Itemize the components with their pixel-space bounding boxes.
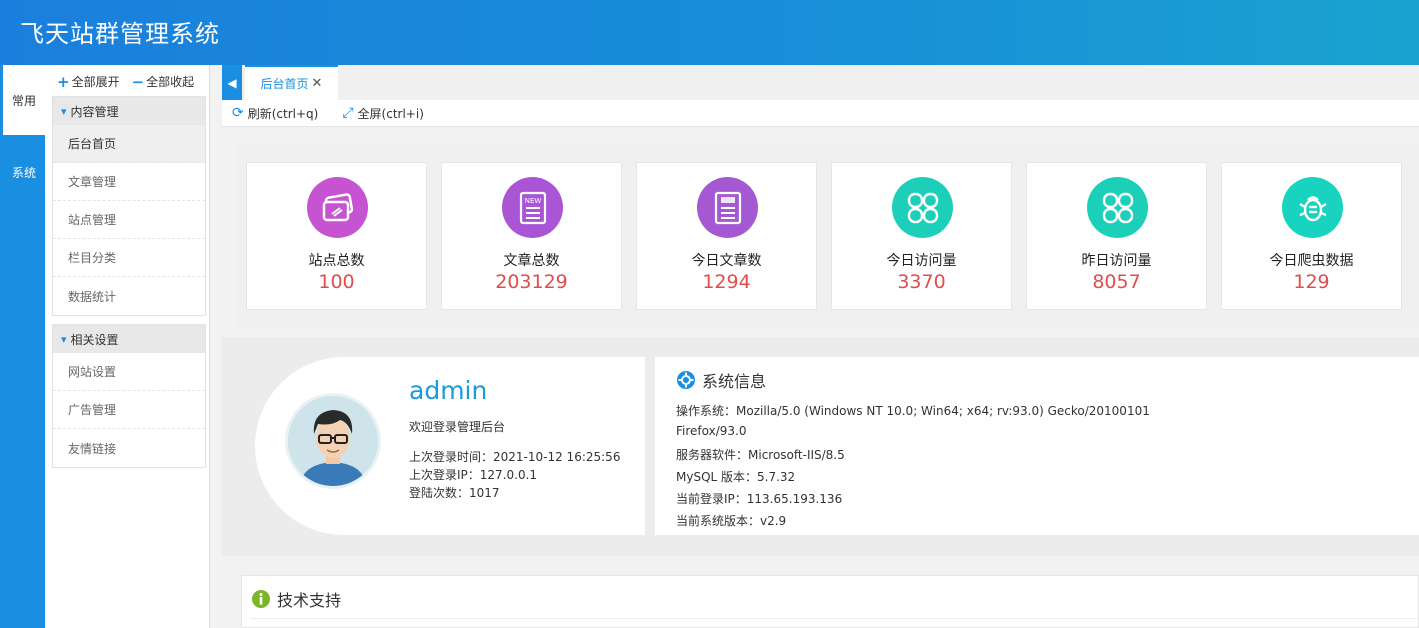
rail-tab-system[interactable]: 系统 [3, 137, 45, 207]
tab-label: 后台首页 [260, 77, 309, 91]
stat-card-yesterday-visits: 昨日访问量 8057 [1026, 162, 1207, 310]
expand-all-button[interactable]: + 全部展开 [57, 73, 120, 90]
collapse-all-label: 全部收起 [146, 75, 195, 89]
divider [250, 618, 1419, 619]
stat-card-today-articles: 今日文章数 1294 [636, 162, 817, 310]
app-title: 飞天站群管理系统 [20, 20, 220, 48]
menu-group-content: ▾ 内容管理 后台首页 文章管理 站点管理 栏目分类 数据统计 [52, 96, 206, 316]
username: admin [409, 376, 488, 405]
refresh-icon: ⟳ [232, 105, 244, 121]
collapse-all-button[interactable]: − 全部收起 [132, 73, 195, 90]
sidebar-item-categories[interactable]: 栏目分类 [53, 239, 205, 277]
stat-label: 今日文章数 [691, 253, 762, 269]
sidebar-item-site-settings[interactable]: 网站设置 [53, 353, 205, 391]
sidebar-item-sites[interactable]: 站点管理 [53, 201, 205, 239]
login-count: 登陆次数：1017 [409, 486, 500, 500]
collapse-sidebar-button[interactable]: ◀ [222, 65, 242, 100]
top-header: 飞天站群管理系统 [0, 0, 1419, 65]
stat-value: 3370 [897, 271, 946, 293]
minus-icon: − [131, 72, 145, 91]
stat-label: 今日爬虫数据 [1269, 253, 1354, 269]
close-icon[interactable]: ✕ [312, 76, 323, 91]
news-icon: NEW [502, 177, 563, 238]
support-label: 技术支持 [277, 591, 342, 610]
info-icon [252, 590, 270, 608]
stat-card-sites: 站点总数 100 [246, 162, 427, 310]
tab-bar: ◀ 后台首页 ✕ [222, 65, 1419, 100]
sidebar-item-links[interactable]: 友情链接 [53, 429, 205, 467]
chevron-down-icon: ▾ [61, 332, 67, 346]
plus-icon: + [57, 72, 70, 91]
sidebar-item-articles[interactable]: 文章管理 [53, 163, 205, 201]
server-info: 服务器软件：Microsoft-IIS/8.5 [676, 448, 845, 462]
system-info-title: 系统信息 [676, 368, 766, 392]
left-rail: 常用 系统 [0, 65, 45, 628]
stat-value: 8057 [1092, 271, 1141, 293]
chevron-down-icon: ▾ [61, 104, 67, 118]
refresh-button[interactable]: ⟳ 刷新(ctrl+q) [232, 105, 318, 122]
toolbar: ⟳ 刷新(ctrl+q) ⤢ 全屏(ctrl+i) [222, 100, 1419, 127]
support-panel [241, 575, 1419, 628]
mysql-info: MySQL 版本：5.7.32 [676, 470, 796, 484]
sidebar-item-dashboard[interactable]: 后台首页 [53, 125, 205, 163]
stat-label: 今日访问量 [886, 253, 957, 269]
group-title: 相关设置 [70, 332, 119, 347]
stat-value: 1294 [702, 271, 751, 293]
stat-value: 100 [318, 271, 355, 293]
today-doc-icon [697, 177, 758, 238]
fullscreen-button[interactable]: ⤢ 全屏(ctrl+i) [342, 105, 424, 122]
fullscreen-icon: ⤢ [342, 105, 354, 121]
stat-card-crawler: 今日爬虫数据 129 [1221, 162, 1402, 310]
stat-card-articles: NEW 文章总数 203129 [441, 162, 622, 310]
os-info: 操作系统：Mozilla/5.0 (Windows NT 10.0; Win64… [676, 404, 1150, 418]
expand-controls: + 全部展开 − 全部收起 [57, 73, 194, 90]
rail-tab-common[interactable]: 常用 [3, 65, 45, 135]
expand-all-label: 全部展开 [71, 75, 120, 89]
sidebar: + 全部展开 − 全部收起 ▾ 内容管理 后台首页 文章管理 站点管理 栏目分类… [45, 65, 210, 628]
stat-label: 文章总数 [503, 253, 560, 269]
stat-label: 站点总数 [308, 253, 365, 269]
menu-group-settings: ▾ 相关设置 网站设置 广告管理 友情链接 [52, 324, 206, 468]
welcome-text: 欢迎登录管理后台 [409, 420, 506, 434]
fullscreen-label: 全屏(ctrl+i) [357, 106, 424, 121]
system-info-label: 系统信息 [702, 372, 767, 391]
last-login-ip: 上次登录IP：127.0.0.1 [409, 468, 538, 482]
os-info-cont: Firefox/93.0 [676, 424, 747, 438]
sidebar-item-ads[interactable]: 广告管理 [53, 391, 205, 429]
group-head-content[interactable]: ▾ 内容管理 [53, 97, 205, 125]
bug-icon [1282, 177, 1343, 238]
clover-icon [892, 177, 953, 238]
stat-label: 昨日访问量 [1081, 253, 1152, 269]
stat-value: 129 [1293, 271, 1330, 293]
stat-value: 203129 [495, 271, 568, 293]
tab-dashboard[interactable]: 后台首页 ✕ [245, 65, 338, 100]
last-login-time: 上次登录时间：2021-10-12 16:25:56 [409, 450, 621, 464]
clover-icon [1087, 177, 1148, 238]
svg-text:NEW: NEW [524, 197, 541, 205]
cards-icon [307, 177, 368, 238]
refresh-label: 刷新(ctrl+q) [247, 106, 319, 121]
sidebar-item-statistics[interactable]: 数据统计 [53, 277, 205, 315]
stat-card-today-visits: 今日访问量 3370 [831, 162, 1012, 310]
support-title: 技术支持 [251, 587, 341, 611]
avatar [285, 393, 381, 489]
gear-icon [677, 371, 695, 389]
system-version: 当前系统版本：v2.9 [676, 514, 787, 528]
chevron-left-icon: ◀ [227, 75, 237, 90]
current-ip: 当前登录IP：113.65.193.136 [676, 492, 843, 506]
group-head-settings[interactable]: ▾ 相关设置 [53, 325, 205, 353]
group-title: 内容管理 [70, 104, 119, 119]
